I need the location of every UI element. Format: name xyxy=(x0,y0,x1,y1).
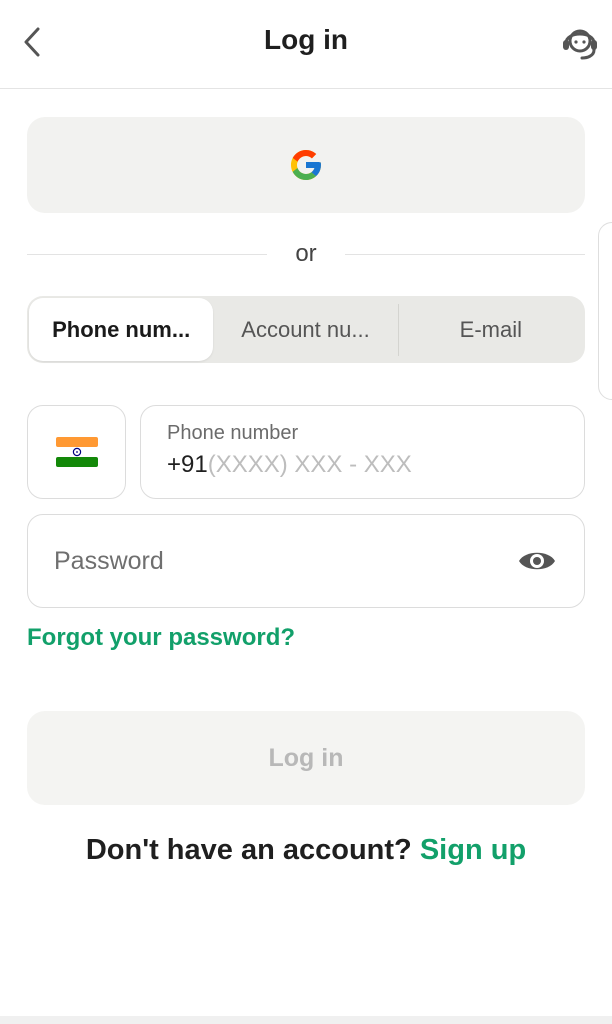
india-flag-icon xyxy=(55,437,98,467)
signup-link[interactable]: Sign up xyxy=(420,834,526,866)
eye-icon xyxy=(519,552,555,570)
google-login-button[interactable] xyxy=(27,117,585,213)
show-password-button[interactable] xyxy=(516,540,558,582)
tab-email[interactable]: E-mail xyxy=(399,298,583,361)
or-divider: or xyxy=(27,238,585,270)
tab-phone-number[interactable]: Phone num... xyxy=(29,298,214,361)
page-title: Log in xyxy=(264,24,348,55)
phone-input[interactable] xyxy=(207,451,538,479)
google-icon xyxy=(291,150,321,180)
headset-support-icon xyxy=(563,29,597,60)
forgot-password-link[interactable]: Forgot your password? xyxy=(27,624,295,652)
support-button[interactable] xyxy=(558,20,602,64)
password-input[interactable] xyxy=(54,546,516,576)
phone-field[interactable]: Phone number +91 xyxy=(140,405,585,499)
side-drawer-handle[interactable] xyxy=(598,222,612,400)
divider-line-right xyxy=(345,254,585,255)
bottom-bar xyxy=(0,1016,612,1024)
country-selector[interactable] xyxy=(27,405,126,499)
login-method-tabs: Phone num... Account nu... E-mail xyxy=(27,296,585,363)
signup-row: Don't have an account? Sign up xyxy=(0,834,612,867)
password-field[interactable] xyxy=(27,514,585,608)
login-button[interactable]: Log in xyxy=(27,711,585,805)
country-code: +91 xyxy=(167,451,208,478)
phone-label: Phone number xyxy=(167,422,299,444)
signup-prompt: Don't have an account? xyxy=(85,834,412,866)
phone-row: +91 xyxy=(167,451,558,479)
tab-account-number[interactable]: Account nu... xyxy=(213,298,397,361)
header: Log in xyxy=(0,0,612,89)
